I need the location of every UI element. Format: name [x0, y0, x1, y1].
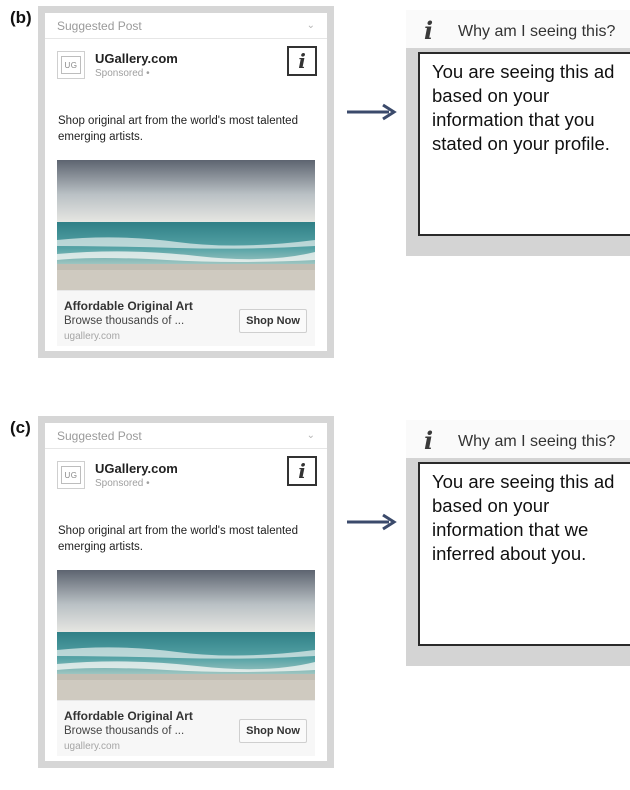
globe-icon: • [146, 68, 150, 79]
panel-label: (c) [10, 418, 31, 437]
shop-now-button[interactable]: Shop Now [239, 309, 307, 333]
explanation-panel: i Why am I seeing this? You are seeing t… [406, 420, 630, 666]
advertiser-logo[interactable]: UG [57, 461, 85, 489]
cta-url: ugallery.com [64, 741, 120, 752]
explanation-body: You are seeing this ad based on your inf… [418, 52, 630, 236]
seascape-painting-image[interactable] [57, 160, 315, 290]
info-icon[interactable]: i [287, 456, 317, 486]
explanation-text: You are seeing this ad based on your inf… [432, 61, 615, 154]
suggested-post-label: Suggested Post [57, 18, 142, 33]
panel-label: (b) [10, 8, 32, 27]
arrow-right-icon [347, 513, 397, 531]
suggested-post-card: Suggested Post ⌄ UG UGallery.com Sponsor… [45, 423, 327, 761]
info-icon: i [424, 426, 434, 455]
explanation-panel: i Why am I seeing this? You are seeing t… [406, 10, 630, 256]
shop-now-button[interactable]: Shop Now [239, 719, 307, 743]
cta-title[interactable]: Affordable Original Art [64, 709, 193, 723]
cta-description: Browse thousands of ... [64, 725, 185, 737]
sponsored-text: Sponsored [95, 68, 144, 79]
cta-description: Browse thousands of ... [64, 315, 185, 327]
chevron-down-icon[interactable]: ⌄ [307, 430, 315, 441]
panel-c: (c) Suggested Post ⌄ UG UGallery.com Spo… [0, 410, 630, 790]
card-header: Suggested Post ⌄ [45, 13, 327, 39]
explanation-title: Why am I seeing this? [458, 433, 616, 450]
suggested-post-label: Suggested Post [57, 428, 142, 443]
cta-area: Affordable Original Art Browse thousands… [57, 700, 315, 756]
explanation-body: You are seeing this ad based on your inf… [418, 462, 630, 646]
explanation-header: i Why am I seeing this? [406, 10, 630, 48]
logo-text: UG [61, 56, 81, 74]
ad-frame: Suggested Post ⌄ UG UGallery.com Sponsor… [38, 416, 334, 768]
sponsored-label: Sponsored • [95, 478, 150, 489]
chevron-down-icon[interactable]: ⌄ [307, 20, 315, 31]
sponsored-text: Sponsored [95, 478, 144, 489]
advertiser-name[interactable]: UGallery.com [95, 51, 178, 66]
cta-url: ugallery.com [64, 331, 120, 342]
logo-text: UG [61, 466, 81, 484]
info-icon: i [424, 16, 434, 45]
panel-b: (b) Suggested Post ⌄ UG UGallery.com Spo… [0, 0, 630, 380]
ad-frame: Suggested Post ⌄ UG UGallery.com Sponsor… [38, 6, 334, 358]
cta-area: Affordable Original Art Browse thousands… [57, 290, 315, 346]
sponsored-label: Sponsored • [95, 68, 150, 79]
seascape-painting-image[interactable] [57, 570, 315, 700]
explanation-title: Why am I seeing this? [458, 23, 616, 40]
globe-icon: • [146, 478, 150, 489]
advertiser-name[interactable]: UGallery.com [95, 461, 178, 476]
ad-text: Shop original art from the world's most … [58, 115, 298, 143]
advertiser-logo[interactable]: UG [57, 51, 85, 79]
ad-text: Shop original art from the world's most … [58, 525, 298, 553]
suggested-post-card: Suggested Post ⌄ UG UGallery.com Sponsor… [45, 13, 327, 351]
info-icon[interactable]: i [287, 46, 317, 76]
advertiser-row: UG UGallery.com Sponsored • i [45, 449, 327, 499]
arrow-right-icon [347, 103, 397, 121]
explanation-text: You are seeing this ad based on your inf… [432, 471, 615, 564]
advertiser-row: UG UGallery.com Sponsored • i [45, 39, 327, 89]
card-header: Suggested Post ⌄ [45, 423, 327, 449]
explanation-header: i Why am I seeing this? [406, 420, 630, 458]
cta-title[interactable]: Affordable Original Art [64, 299, 193, 313]
